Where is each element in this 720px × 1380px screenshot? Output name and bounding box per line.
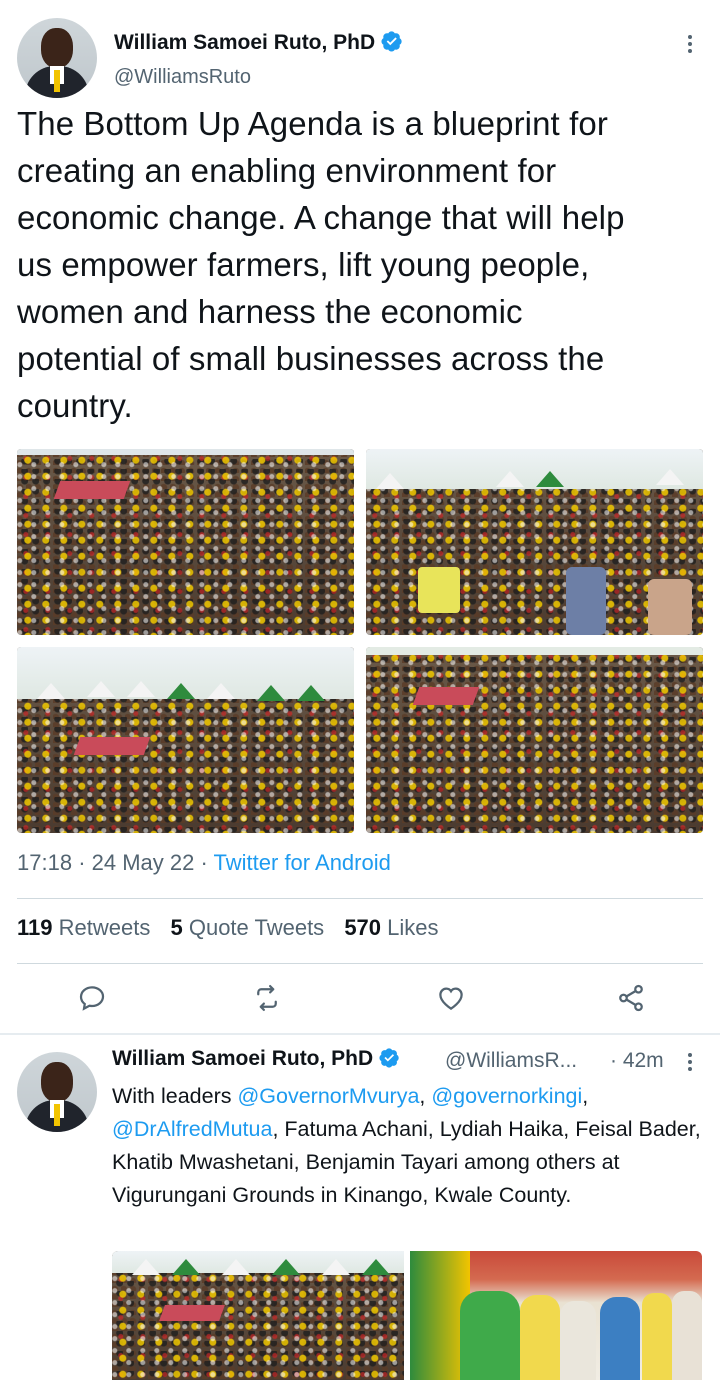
quote-tweets-stat[interactable]: 5 Quote Tweets xyxy=(170,915,324,940)
tweet-time: 17:18 xyxy=(17,850,73,875)
meta-separator: · xyxy=(200,850,208,875)
tweet-photo-1[interactable] xyxy=(17,449,354,635)
reply-photo-1[interactable] xyxy=(112,1251,404,1380)
tweet-photo-3[interactable] xyxy=(17,647,354,833)
verified-badge-icon xyxy=(381,31,402,52)
mention-link[interactable]: @DrAlfredMutua xyxy=(112,1117,272,1141)
author-handle[interactable]: @WilliamsRuto xyxy=(114,66,251,89)
author-name-text: William Samoei Ruto, PhD xyxy=(114,31,376,54)
reply-text-separator: , xyxy=(582,1084,589,1108)
reply-photo-2[interactable] xyxy=(410,1251,702,1380)
meta-separator: · xyxy=(78,850,86,875)
tweet-date: 24 May 22 xyxy=(91,850,195,875)
tweet-photo-2[interactable] xyxy=(366,449,703,635)
likes-count: 570 xyxy=(344,915,382,940)
quotes-label: Quote Tweets xyxy=(188,915,325,940)
likes-stat[interactable]: 570 Likes xyxy=(344,915,438,940)
author-avatar[interactable] xyxy=(17,18,97,98)
reply-text-separator: , xyxy=(419,1084,432,1108)
mention-link[interactable]: @GovernorMvurya xyxy=(237,1084,419,1108)
author-name[interactable]: William Samoei Ruto, PhD xyxy=(114,30,403,55)
reply-icon[interactable] xyxy=(77,983,107,1013)
reply-author-avatar[interactable] xyxy=(17,1052,97,1132)
retweets-stat[interactable]: 119 Retweets xyxy=(17,915,150,940)
like-icon[interactable] xyxy=(436,983,466,1013)
retweets-label: Retweets xyxy=(58,915,151,940)
more-options-icon[interactable] xyxy=(684,1050,696,1074)
tweet-text: The Bottom Up Agenda is a blueprint for … xyxy=(17,105,625,424)
tweet-stats: 119 Retweets 5 Quote Tweets 570 Likes xyxy=(17,915,453,941)
mention-link[interactable]: @governorkingi xyxy=(431,1084,582,1108)
tweet-photo-4[interactable] xyxy=(366,647,703,833)
tweet-meta: 17:18 · 24 May 22 · Twitter for Android xyxy=(17,850,391,876)
likes-label: Likes xyxy=(387,915,439,940)
divider xyxy=(17,898,703,899)
retweet-icon[interactable] xyxy=(252,983,282,1013)
more-options-icon[interactable] xyxy=(684,32,696,56)
quotes-count: 5 xyxy=(170,915,183,940)
reply-author-name-text: William Samoei Ruto, PhD xyxy=(112,1047,374,1070)
divider xyxy=(17,963,703,964)
reply-text-prefix: With leaders xyxy=(112,1084,238,1108)
tweet-source-link[interactable]: Twitter for Android xyxy=(214,850,391,875)
verified-badge-icon xyxy=(379,1048,399,1068)
retweets-count: 119 xyxy=(17,915,53,940)
section-divider xyxy=(0,1033,720,1035)
reply-author-name[interactable]: William Samoei Ruto, PhD xyxy=(112,1047,400,1071)
reply-author-handle[interactable]: @WilliamsR... xyxy=(445,1049,577,1073)
share-icon[interactable] xyxy=(616,983,646,1013)
reply-tweet-text: With leaders @GovernorMvurya, @governork… xyxy=(112,1080,702,1212)
reply-timestamp[interactable]: · 42m xyxy=(610,1049,664,1073)
